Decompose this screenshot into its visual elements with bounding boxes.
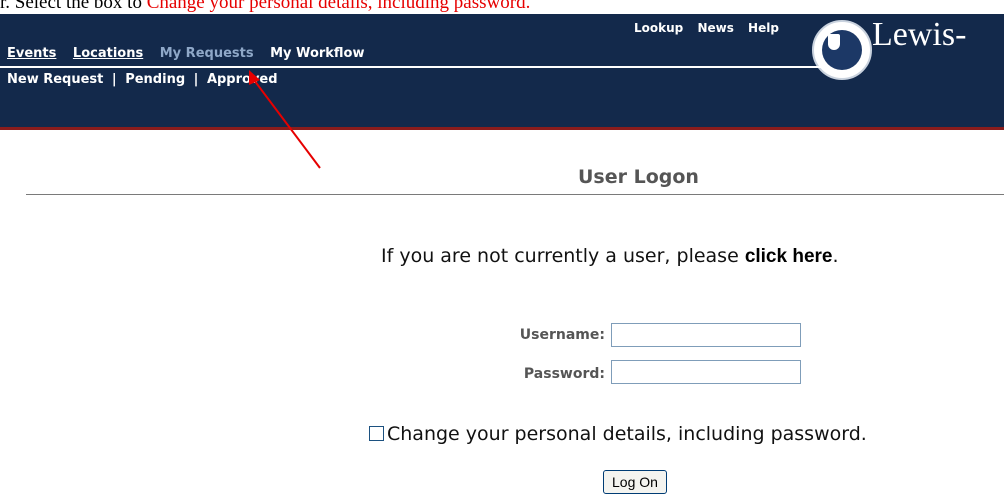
- nav-events[interactable]: Events: [7, 46, 56, 61]
- subnav-separator-2: |: [193, 72, 199, 87]
- college-seal-icon: [812, 20, 872, 80]
- username-input[interactable]: [611, 323, 801, 347]
- prompt-text: If you are not currently a user, please: [381, 245, 745, 267]
- prompt-suffix: .: [832, 245, 839, 267]
- password-input[interactable]: [611, 360, 801, 384]
- title-divider: [26, 194, 1004, 195]
- change-details-option: Change your personal details, including …: [369, 423, 867, 445]
- password-label: Password:: [523, 366, 605, 382]
- main-nav: Events Locations My Requests My Workflow: [7, 46, 377, 61]
- nav-my-requests[interactable]: My Requests: [160, 46, 254, 61]
- page-title: User Logon: [578, 166, 699, 188]
- log-on-button[interactable]: Log On: [603, 470, 667, 494]
- nav-divider: [0, 66, 828, 68]
- news-link[interactable]: News: [697, 21, 733, 35]
- brand-name: Lewis-: [872, 16, 967, 53]
- nav-my-workflow[interactable]: My Workflow: [270, 46, 364, 61]
- change-details-label[interactable]: Change your personal details, including …: [387, 423, 867, 445]
- top-caption: r. Select the box to Change your persona…: [0, 0, 1004, 14]
- caption-suffix: .: [525, 0, 531, 13]
- site-header: Lookup News Help Lewis- Events Locations…: [0, 14, 1004, 130]
- seal-shield-icon: [828, 34, 840, 50]
- header-divider: [0, 127, 1004, 130]
- subnav-pending[interactable]: Pending: [125, 72, 185, 87]
- subnav-new-request[interactable]: New Request: [7, 72, 103, 87]
- subnav-approved[interactable]: Approved: [207, 72, 278, 87]
- top-links: Lookup News Help: [634, 21, 789, 35]
- sub-nav: New Request | Pending | Approved: [7, 72, 282, 87]
- subnav-separator: |: [111, 72, 117, 87]
- lookup-link[interactable]: Lookup: [634, 21, 683, 35]
- click-here-link[interactable]: click here: [745, 246, 833, 267]
- change-details-checkbox[interactable]: [369, 426, 384, 441]
- help-link[interactable]: Help: [748, 21, 779, 35]
- caption-prefix: r.: [0, 0, 15, 13]
- caption-highlight: Change your personal details, including …: [146, 0, 526, 13]
- register-prompt: If you are not currently a user, please …: [381, 245, 839, 268]
- caption-part1: Select the box to: [14, 0, 147, 13]
- username-label: Username:: [519, 327, 605, 343]
- nav-locations[interactable]: Locations: [73, 46, 143, 61]
